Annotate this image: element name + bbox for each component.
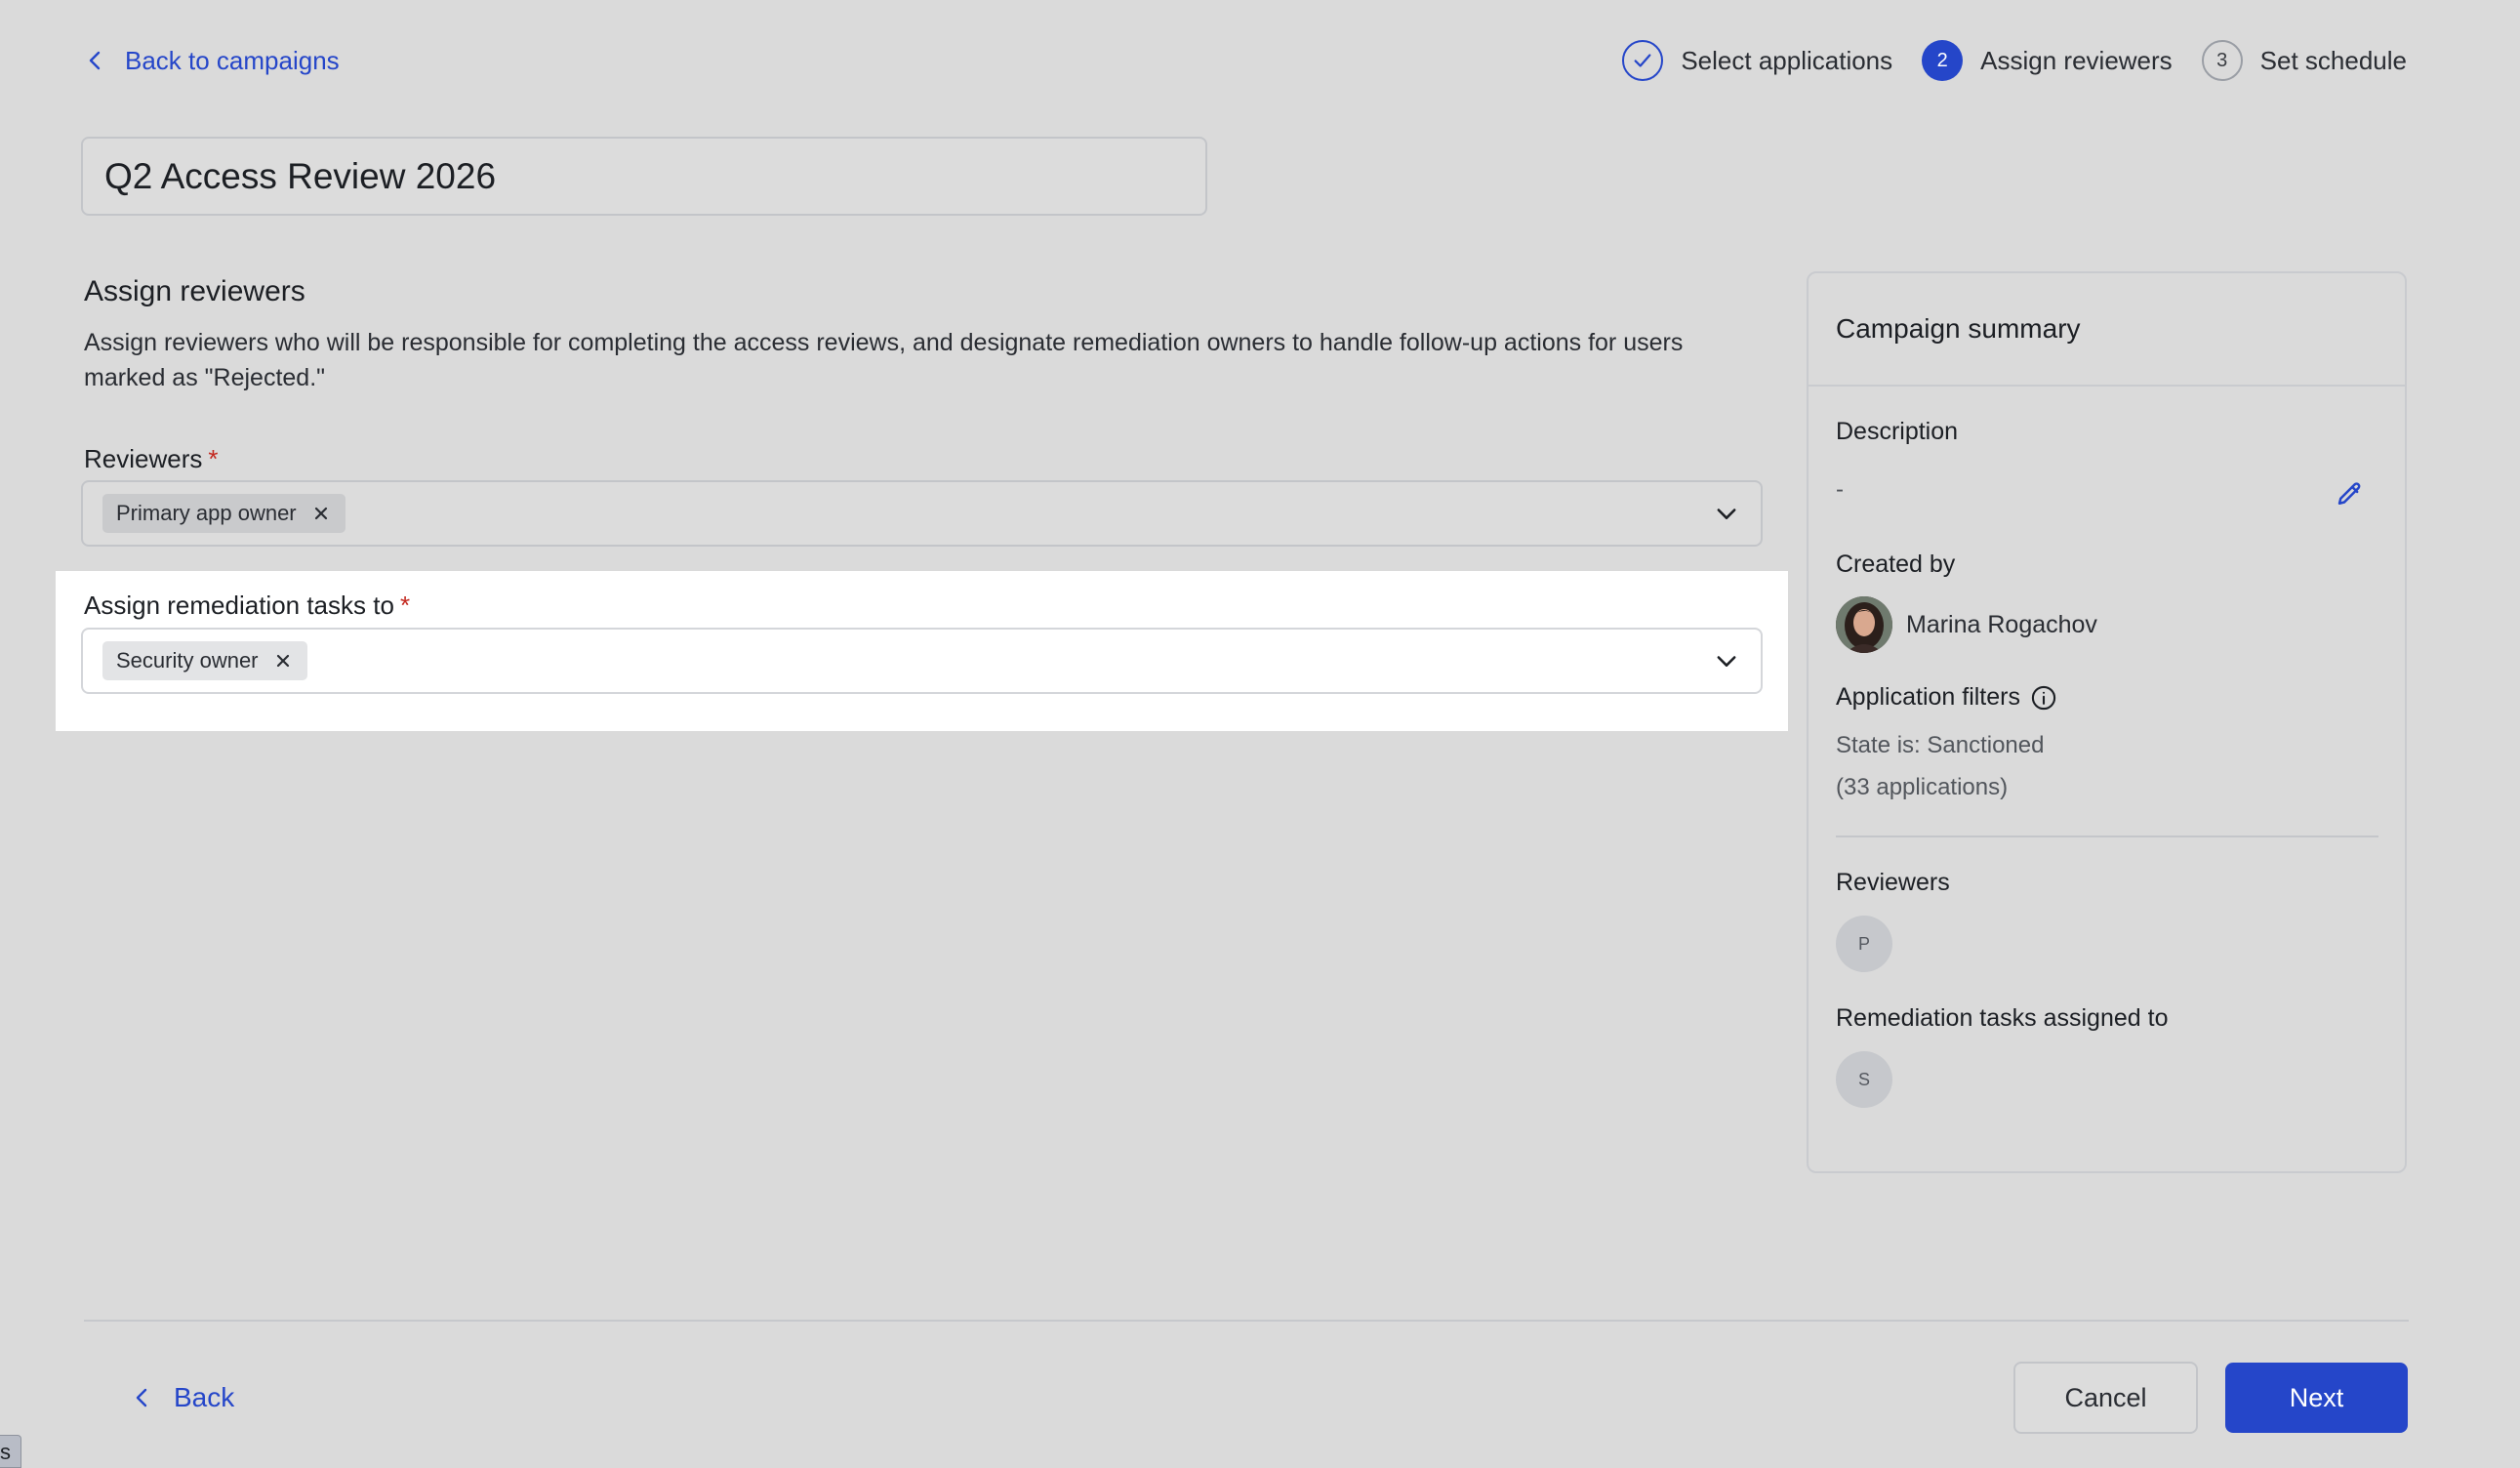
reviewer-chip: Primary app owner <box>102 494 345 533</box>
application-filters-label: Application filters <box>1836 683 2020 711</box>
reviewers-summary-label: Reviewers <box>1836 869 1950 896</box>
summary-title: Campaign summary <box>1809 273 2405 387</box>
chevron-left-icon <box>89 51 101 70</box>
step-number: 3 <box>2201 40 2243 81</box>
chevron-left-icon <box>136 1388 147 1407</box>
required-mark: * <box>399 591 411 620</box>
step-set-schedule[interactable]: 3 Set schedule <box>2201 40 2407 81</box>
description-value: - <box>1836 476 1844 503</box>
step-number: 2 <box>1922 40 1964 81</box>
back-button-label: Back <box>174 1382 235 1412</box>
check-icon <box>1622 40 1664 81</box>
remediation-label-text: Assign remediation tasks to <box>84 591 394 620</box>
pencil-icon[interactable] <box>2333 478 2366 511</box>
section-description: Assign reviewers who will be responsible… <box>84 329 1684 391</box>
next-button[interactable]: Next <box>2225 1363 2408 1433</box>
back-to-campaigns-link[interactable]: Back to campaigns <box>84 39 340 82</box>
remove-chip-icon[interactable] <box>272 650 294 672</box>
chevron-down-icon[interactable] <box>1712 499 1741 528</box>
info-icon[interactable] <box>2030 684 2057 712</box>
creator: Marina Rogachov <box>1836 596 2097 653</box>
back-button[interactable]: Back <box>131 1376 234 1419</box>
remediation-avatar: S <box>1836 1051 1892 1108</box>
footer-divider <box>84 1320 2409 1322</box>
filter-count: (33 applications) <box>1836 774 2009 800</box>
required-mark: * <box>208 444 219 473</box>
remediation-select[interactable]: Security owner <box>81 628 1763 694</box>
remediation-summary-label: Remediation tasks assigned to <box>1836 1004 2169 1032</box>
created-by-label: Created by <box>1836 550 1956 578</box>
back-to-campaigns-label: Back to campaigns <box>125 45 340 75</box>
reviewers-label-text: Reviewers <box>84 444 203 473</box>
chevron-down-icon[interactable] <box>1712 646 1741 675</box>
step-label: Select applications <box>1681 45 1893 75</box>
reviewers-field-label: Reviewers * <box>84 444 219 474</box>
summary-divider <box>1836 836 2378 837</box>
remove-chip-icon[interactable] <box>310 503 332 524</box>
reviewer-avatar: P <box>1836 916 1892 972</box>
step-label: Assign reviewers <box>1980 45 2173 75</box>
progress-stepper: Select applications 2 Assign reviewers 3… <box>1622 39 2407 82</box>
filter-state: State is: Sanctioned <box>1836 732 2045 758</box>
description-label: Description <box>1836 418 1959 445</box>
cancel-button[interactable]: Cancel <box>2013 1362 2198 1434</box>
corner-tab[interactable]: s <box>0 1435 21 1468</box>
reviewers-select[interactable]: Primary app owner <box>81 480 1763 547</box>
creator-name: Marina Rogachov <box>1906 610 2097 638</box>
avatar <box>1836 596 1892 653</box>
chip-label: Primary app owner <box>116 501 297 525</box>
step-assign-reviewers[interactable]: 2 Assign reviewers <box>1922 40 2173 81</box>
remediation-field-label: Assign remediation tasks to * <box>84 591 410 621</box>
chip-label: Security owner <box>116 648 259 673</box>
campaign-name-input[interactable] <box>81 137 1207 216</box>
step-label: Set schedule <box>2259 45 2407 75</box>
step-select-applications[interactable]: Select applications <box>1622 40 1892 81</box>
remediation-chip: Security owner <box>102 641 307 680</box>
section-title: Assign reviewers <box>84 275 305 307</box>
application-filters-heading: Application filters <box>1836 683 2057 712</box>
campaign-summary-card: Campaign summary Description - Created b… <box>1807 271 2407 1173</box>
